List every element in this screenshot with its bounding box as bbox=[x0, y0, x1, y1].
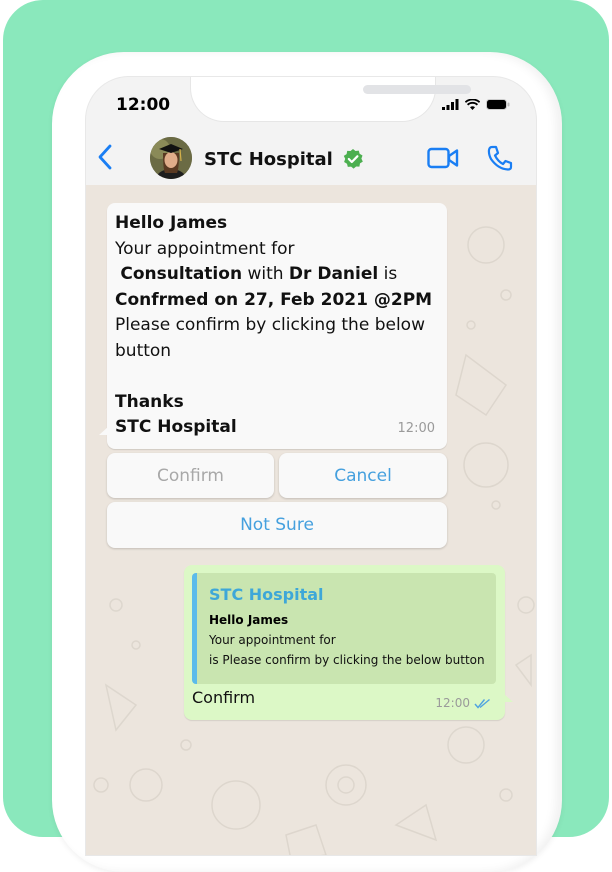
message-confirmation: Confrmed on 27, Feb 2021 @2PM bbox=[115, 289, 433, 310]
voice-call-icon[interactable] bbox=[486, 144, 514, 172]
status-icons bbox=[442, 99, 510, 110]
video-call-icon[interactable] bbox=[427, 147, 459, 169]
message-doctor: Dr Daniel bbox=[288, 264, 379, 284]
message-line: Your appointment for bbox=[115, 238, 295, 259]
quoted-line: Your appointment for bbox=[209, 633, 336, 647]
phone-screen: 12:00 STC Hospital Hello James Your appo… bbox=[85, 76, 537, 856]
avatar[interactable] bbox=[150, 137, 192, 179]
not-sure-button[interactable]: Not Sure bbox=[107, 502, 447, 548]
back-chevron-icon[interactable] bbox=[98, 144, 112, 170]
battery-icon bbox=[486, 99, 510, 110]
message-signature: STC Hospital bbox=[115, 417, 237, 437]
message-service: Consultation bbox=[120, 264, 243, 284]
confirm-button[interactable]: Confirm bbox=[107, 453, 274, 498]
message-timestamp: 12:00 bbox=[397, 420, 435, 436]
double-check-icon bbox=[474, 698, 490, 709]
incoming-message-bubble: Hello James Your appointment for Consult… bbox=[99, 203, 447, 449]
quoted-message[interactable]: STC Hospital Hello James Your appointmen… bbox=[192, 573, 496, 684]
cancel-button[interactable]: Cancel bbox=[279, 453, 447, 498]
quoted-line: Hello James bbox=[209, 613, 289, 627]
contact-name[interactable]: STC Hospital bbox=[204, 149, 333, 170]
verified-badge-icon bbox=[343, 149, 363, 169]
status-time: 12:00 bbox=[116, 95, 171, 115]
message-instruction: Please confirm by clicking the below but… bbox=[115, 315, 425, 361]
outgoing-message-meta: 12:00 bbox=[435, 696, 491, 710]
quoted-line: is Please confirm by clicking the below … bbox=[209, 653, 485, 667]
outgoing-message-bubble: STC Hospital Hello James Your appointmen… bbox=[184, 565, 513, 720]
signal-icon bbox=[442, 99, 459, 110]
outgoing-timestamp: 12:00 bbox=[435, 696, 470, 710]
quoted-sender: STC Hospital bbox=[209, 585, 324, 604]
chat-area: Hello James Your appointment for Consult… bbox=[86, 185, 536, 855]
notch bbox=[190, 77, 471, 122]
outgoing-message-text: Confirm bbox=[192, 688, 256, 707]
message-greeting: Hello James bbox=[115, 213, 228, 233]
chat-header: STC Hospital bbox=[86, 132, 536, 185]
message-service-line: Consultation with Dr Daniel is bbox=[120, 264, 398, 284]
message-thanks: Thanks bbox=[115, 391, 184, 412]
wifi-icon bbox=[465, 99, 480, 110]
speaker-grille bbox=[363, 85, 471, 94]
